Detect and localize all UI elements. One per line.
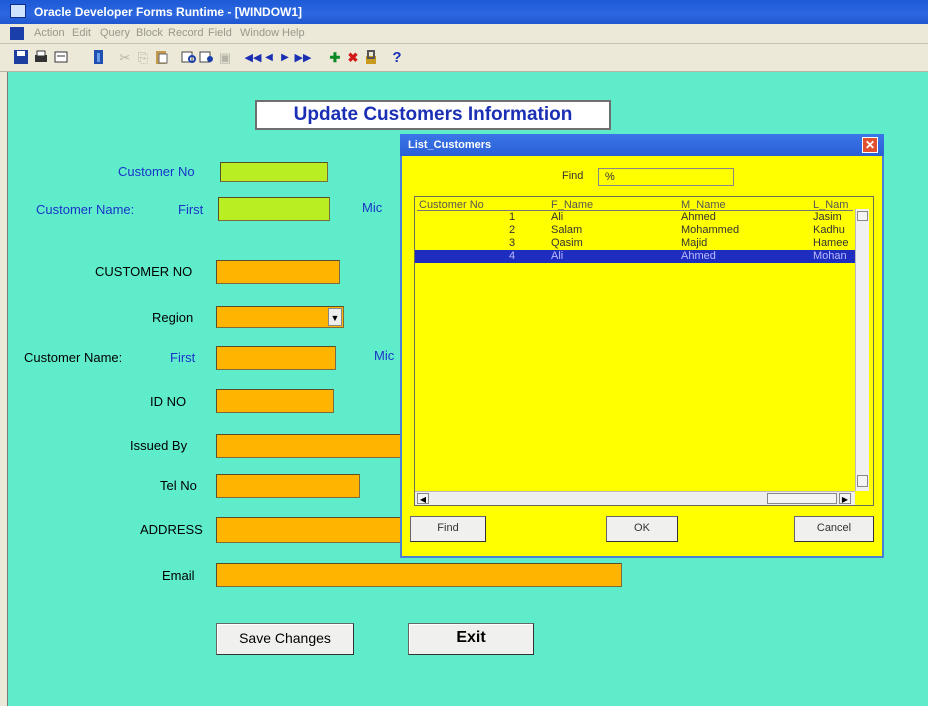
cell-l-name: Hamee bbox=[813, 237, 849, 249]
cell-customer-no: 2 bbox=[509, 224, 516, 236]
first-name-label-2: First bbox=[170, 350, 196, 365]
customer-list: Customer No F_Name M_Name L_Nam 1 Ali Ah… bbox=[414, 196, 874, 506]
customer-no-field[interactable] bbox=[216, 260, 340, 284]
page-title: Update Customers Information bbox=[255, 100, 611, 130]
dialog-title: List_Customers bbox=[408, 139, 492, 151]
cell-f-name: Qasim bbox=[551, 237, 583, 249]
exit-icon[interactable] bbox=[90, 49, 108, 67]
cell-m-name: Majid bbox=[681, 237, 708, 249]
tel-no-label: Tel No bbox=[160, 478, 197, 493]
cell-l-name: Kadhu bbox=[813, 224, 845, 236]
customer-no-upper-label: CUSTOMER NO bbox=[95, 264, 193, 279]
cell-f-name: Ali bbox=[551, 211, 564, 223]
menu-action[interactable]: Action bbox=[34, 27, 65, 39]
window-title: Oracle Developer Forms Runtime - [WINDOW… bbox=[34, 5, 303, 19]
region-select[interactable]: ▼ bbox=[216, 306, 344, 328]
table-row[interactable]: 2 Salam Mohammed Kadhu bbox=[415, 224, 855, 237]
issued-by-label: Issued By bbox=[130, 438, 188, 453]
delete-record-icon[interactable]: ✖ bbox=[344, 49, 362, 67]
region-label: Region bbox=[152, 310, 194, 325]
lock-record-icon[interactable] bbox=[362, 49, 380, 67]
next-record-icon[interactable]: ▶ bbox=[278, 49, 292, 67]
enter-query-icon[interactable] bbox=[180, 49, 198, 67]
issued-by-field[interactable] bbox=[216, 434, 402, 458]
id-no-field[interactable] bbox=[216, 389, 334, 413]
cell-customer-no: 1 bbox=[509, 211, 516, 223]
address-field[interactable] bbox=[216, 517, 402, 543]
first-record-icon[interactable]: ◀◀ bbox=[244, 49, 262, 67]
address-label: ADDRESS bbox=[140, 522, 203, 537]
insert-record-icon[interactable]: ✚ bbox=[326, 49, 344, 67]
print-icon[interactable] bbox=[32, 49, 50, 67]
table-row-selected[interactable]: 4 Ali Ahmed Mohan bbox=[415, 250, 855, 263]
previous-record-icon[interactable]: ◀ bbox=[262, 49, 276, 67]
save-icon[interactable] bbox=[12, 49, 30, 67]
first-name-search-field[interactable] bbox=[218, 197, 330, 221]
cut-icon[interactable]: ✂ bbox=[116, 49, 134, 67]
middle-name-label: Mic bbox=[362, 200, 383, 215]
menu-block[interactable]: Block bbox=[136, 27, 163, 39]
customer-name-label: Customer Name: bbox=[36, 202, 135, 217]
menu-help[interactable]: Help bbox=[282, 27, 305, 39]
menu-query[interactable]: Query bbox=[100, 27, 130, 39]
dialog-find-input[interactable]: % bbox=[598, 168, 734, 186]
save-changes-button[interactable]: Save Changes bbox=[216, 623, 354, 655]
cell-customer-no: 4 bbox=[509, 250, 516, 262]
dialog-title-bar[interactable]: List_Customers ✕ bbox=[400, 134, 884, 156]
execute-query-icon[interactable] bbox=[198, 49, 216, 67]
first-name-label: First bbox=[178, 202, 204, 217]
cancel-query-icon[interactable]: ▣ bbox=[216, 49, 234, 67]
scroll-up-arrow[interactable] bbox=[857, 211, 868, 221]
clear-icon[interactable] bbox=[52, 49, 70, 67]
id-no-label: ID NO bbox=[150, 394, 187, 409]
cell-customer-no: 3 bbox=[509, 237, 516, 249]
dialog-ok-button[interactable]: OK bbox=[606, 516, 678, 542]
customer-no-label: Customer No bbox=[118, 164, 195, 179]
paste-icon[interactable] bbox=[152, 49, 170, 67]
exit-button[interactable]: Exit bbox=[408, 623, 534, 655]
menu-record[interactable]: Record bbox=[168, 27, 203, 39]
table-row[interactable]: 3 Qasim Majid Hamee bbox=[415, 237, 855, 250]
toolbar: ✂ ⎘ ▣ ◀◀ ◀ ▶ ▶▶ ✚ ✖ ? bbox=[0, 44, 928, 72]
menu-field[interactable]: Field bbox=[208, 27, 232, 39]
tel-no-field[interactable] bbox=[216, 474, 360, 498]
cell-m-name: Ahmed bbox=[681, 250, 716, 262]
scroll-left-arrow[interactable]: ◀ bbox=[417, 493, 429, 504]
app-icon bbox=[10, 4, 26, 18]
scroll-down-arrow[interactable] bbox=[857, 475, 868, 487]
table-row[interactable]: 1 Ali Ahmed Jasim bbox=[415, 211, 855, 224]
customer-name-label-2: Customer Name: bbox=[24, 350, 123, 365]
menu-bar: Action Edit Query Block Record Field Win… bbox=[0, 24, 928, 44]
cell-m-name: Mohammed bbox=[681, 224, 740, 236]
middle-name-label-2: Mic bbox=[374, 348, 395, 363]
cell-f-name: Ali bbox=[551, 250, 564, 262]
email-field[interactable] bbox=[216, 563, 622, 587]
copy-icon[interactable]: ⎘ bbox=[134, 49, 152, 67]
cell-l-name: Jasim bbox=[813, 211, 842, 223]
first-name-field[interactable] bbox=[216, 346, 336, 370]
menu-window[interactable]: Window bbox=[240, 27, 279, 39]
last-record-icon[interactable]: ▶▶ bbox=[294, 49, 312, 67]
vertical-scrollbar[interactable] bbox=[855, 209, 869, 491]
window-title-bar: Oracle Developer Forms Runtime - [WINDOW… bbox=[0, 0, 928, 24]
dialog-cancel-button[interactable]: Cancel bbox=[794, 516, 874, 542]
horizontal-scrollbar[interactable]: ◀ ▶ bbox=[415, 491, 855, 505]
help-icon[interactable]: ? bbox=[388, 49, 406, 67]
dialog-find-button[interactable]: Find bbox=[410, 516, 486, 542]
form-icon bbox=[10, 27, 24, 40]
cell-l-name: Mohan bbox=[813, 250, 847, 262]
scroll-right-arrow[interactable]: ▶ bbox=[839, 493, 851, 504]
close-icon[interactable]: ✕ bbox=[862, 137, 878, 153]
menu-edit[interactable]: Edit bbox=[72, 27, 91, 39]
dialog-find-label: Find bbox=[562, 170, 584, 182]
chevron-down-icon[interactable]: ▼ bbox=[328, 308, 342, 326]
cell-m-name: Ahmed bbox=[681, 211, 716, 223]
customer-no-search-field[interactable] bbox=[220, 162, 328, 182]
email-label: Email bbox=[162, 568, 195, 583]
window-left-border bbox=[0, 72, 8, 706]
cell-f-name: Salam bbox=[551, 224, 583, 236]
list-customers-dialog: Find % Customer No F_Name M_Name L_Nam 1… bbox=[400, 134, 884, 558]
scroll-thumb[interactable] bbox=[767, 493, 837, 504]
